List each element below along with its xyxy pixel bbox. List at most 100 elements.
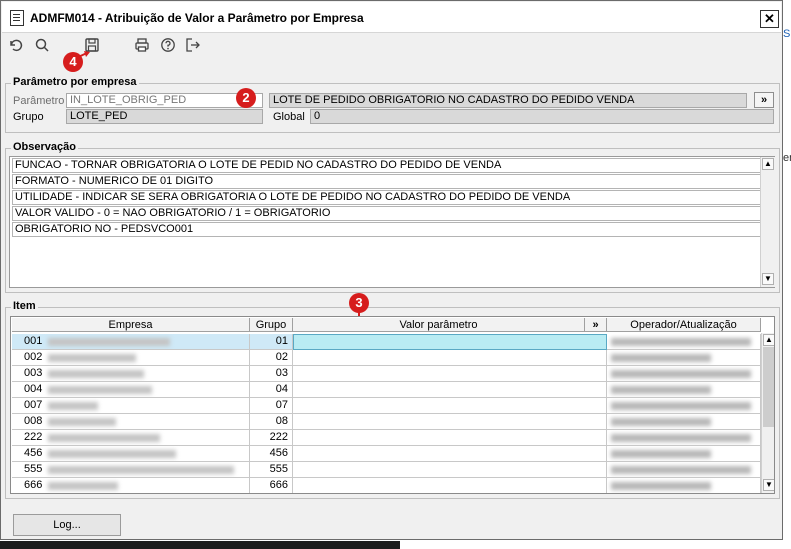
empresa-cell[interactable]: 004 bbox=[12, 382, 250, 398]
background-taskbar bbox=[0, 541, 400, 549]
scroll-down-icon[interactable]: ▼ bbox=[763, 479, 774, 491]
empresa-cell[interactable]: 008 bbox=[12, 414, 250, 430]
valor-parametro-cell[interactable] bbox=[293, 350, 607, 366]
global-field: 0 bbox=[310, 109, 774, 124]
observacao-section-legend: Observação bbox=[11, 141, 78, 153]
valor-parametro-cell[interactable] bbox=[293, 334, 607, 350]
grupo-cell[interactable]: 01 bbox=[250, 334, 293, 350]
search-icon[interactable] bbox=[32, 37, 52, 57]
table-row[interactable]: 666 666 bbox=[12, 478, 761, 493]
valor-parametro-cell[interactable] bbox=[293, 414, 607, 430]
table-row[interactable]: 555 555 bbox=[12, 462, 761, 478]
redacted-operator bbox=[611, 370, 751, 378]
valor-parametro-cell[interactable] bbox=[293, 382, 607, 398]
empresa-cell[interactable]: 002 bbox=[12, 350, 250, 366]
table-row[interactable]: 222 222 bbox=[12, 430, 761, 446]
redacted-company-name bbox=[48, 418, 116, 426]
title-bar: ADMFM014 - Atribuição de Valor a Parâmet… bbox=[2, 2, 781, 33]
observacao-line: UTILIDADE - INDICAR SE SERA OBRIGATORIA … bbox=[12, 190, 761, 205]
operador-cell[interactable] bbox=[607, 446, 761, 462]
column-header-empresa[interactable]: Empresa bbox=[12, 318, 250, 332]
grupo-cell[interactable]: 555 bbox=[250, 462, 293, 478]
redacted-company-name bbox=[48, 338, 170, 346]
empresa-cell[interactable]: 003 bbox=[12, 366, 250, 382]
table-row[interactable]: 001 01 bbox=[12, 334, 761, 350]
empresa-code: 555 bbox=[24, 463, 43, 475]
dialog-window: ADMFM014 - Atribuição de Valor a Parâmet… bbox=[0, 0, 783, 540]
operador-cell[interactable] bbox=[607, 414, 761, 430]
table-row[interactable]: 002 02 bbox=[12, 350, 761, 366]
redacted-company-name bbox=[48, 370, 144, 378]
close-button[interactable]: ✕ bbox=[760, 10, 779, 28]
redacted-company-name bbox=[48, 450, 176, 458]
parametro-expand-button[interactable]: » bbox=[754, 92, 774, 108]
redacted-company-name bbox=[48, 402, 98, 410]
empresa-cell[interactable]: 001 bbox=[12, 334, 250, 350]
redacted-company-name bbox=[48, 434, 160, 442]
table-row[interactable]: 004 04 bbox=[12, 382, 761, 398]
redacted-operator bbox=[611, 338, 751, 346]
redacted-operator bbox=[611, 402, 751, 410]
valor-parametro-cell[interactable] bbox=[293, 430, 607, 446]
help-icon[interactable] bbox=[158, 37, 178, 57]
operador-cell[interactable] bbox=[607, 478, 761, 493]
column-header-grupo[interactable]: Grupo bbox=[250, 318, 293, 332]
valor-parametro-cell[interactable] bbox=[293, 366, 607, 382]
empresa-code: 003 bbox=[24, 367, 43, 379]
redacted-operator bbox=[611, 418, 711, 426]
grupo-cell[interactable]: 666 bbox=[250, 478, 293, 493]
scroll-thumb[interactable] bbox=[763, 347, 774, 427]
operador-cell[interactable] bbox=[607, 462, 761, 478]
scroll-up-icon[interactable]: ▲ bbox=[762, 158, 774, 170]
valor-parametro-cell[interactable] bbox=[293, 446, 607, 462]
item-table-scrollbar[interactable]: ▲ ▼ bbox=[761, 333, 774, 493]
parametro-label: Parâmetro bbox=[13, 95, 65, 107]
column-header-valor[interactable]: Valor parâmetro bbox=[293, 318, 585, 332]
operador-cell[interactable] bbox=[607, 366, 761, 382]
grupo-cell[interactable]: 02 bbox=[250, 350, 293, 366]
empresa-cell[interactable]: 456 bbox=[12, 446, 250, 462]
grupo-cell[interactable]: 456 bbox=[250, 446, 293, 462]
table-row[interactable]: 008 08 bbox=[12, 414, 761, 430]
background-link-fragment: Si bbox=[783, 28, 791, 40]
valor-parametro-cell[interactable] bbox=[293, 398, 607, 414]
operador-cell[interactable] bbox=[607, 430, 761, 446]
grupo-label: Grupo bbox=[13, 111, 44, 123]
empresa-cell[interactable]: 555 bbox=[12, 462, 250, 478]
table-row[interactable]: 456 456 bbox=[12, 446, 761, 462]
empresa-cell[interactable]: 222 bbox=[12, 430, 250, 446]
empresa-code: 007 bbox=[24, 399, 43, 411]
empresa-code: 001 bbox=[24, 335, 43, 347]
parametro-field[interactable]: IN_LOTE_OBRIG_PED bbox=[66, 93, 263, 108]
redacted-operator bbox=[611, 466, 751, 474]
valor-expand-button[interactable]: » bbox=[585, 318, 607, 332]
empresa-code: 666 bbox=[24, 479, 43, 491]
log-button[interactable]: Log... bbox=[13, 514, 121, 536]
print-icon[interactable] bbox=[132, 37, 152, 57]
scroll-down-icon[interactable]: ▼ bbox=[762, 273, 774, 285]
scroll-up-icon[interactable]: ▲ bbox=[763, 334, 774, 346]
grupo-cell[interactable]: 08 bbox=[250, 414, 293, 430]
operador-cell[interactable] bbox=[607, 382, 761, 398]
exit-icon[interactable] bbox=[183, 37, 203, 57]
table-row[interactable]: 003 03 bbox=[12, 366, 761, 382]
operador-cell[interactable] bbox=[607, 398, 761, 414]
valor-parametro-cell[interactable] bbox=[293, 478, 607, 493]
grupo-cell[interactable]: 03 bbox=[250, 366, 293, 382]
callout-marker-3: 3 bbox=[349, 293, 369, 313]
column-header-operador[interactable]: Operador/Atualização bbox=[607, 318, 761, 332]
operador-cell[interactable] bbox=[607, 350, 761, 366]
empresa-cell[interactable]: 007 bbox=[12, 398, 250, 414]
empresa-code: 456 bbox=[24, 447, 43, 459]
grupo-cell[interactable]: 222 bbox=[250, 430, 293, 446]
callout-arrow-4 bbox=[75, 51, 90, 59]
empresa-cell[interactable]: 666 bbox=[12, 478, 250, 493]
operador-cell[interactable] bbox=[607, 334, 761, 350]
grupo-cell[interactable]: 04 bbox=[250, 382, 293, 398]
grupo-cell[interactable]: 07 bbox=[250, 398, 293, 414]
table-row[interactable]: 007 07 bbox=[12, 398, 761, 414]
observacao-scrollbar[interactable]: ▲ ▼ bbox=[760, 157, 775, 287]
undo-icon[interactable] bbox=[6, 37, 26, 57]
valor-parametro-cell[interactable] bbox=[293, 462, 607, 478]
redacted-company-name bbox=[48, 386, 152, 394]
